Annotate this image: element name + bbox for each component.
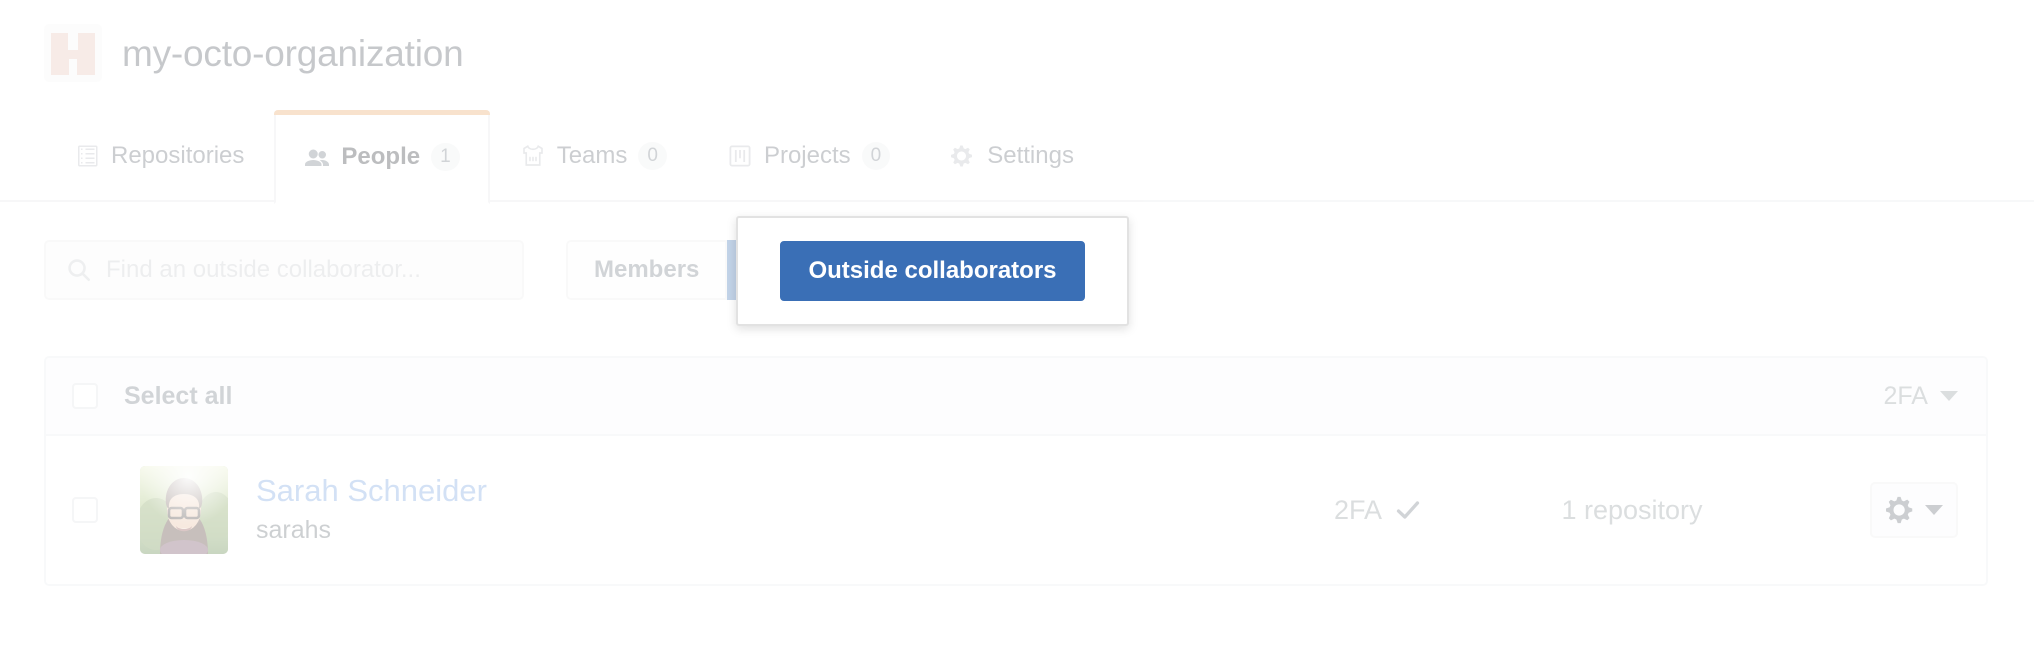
tab-label: Projects [763, 142, 851, 169]
twofa-filter-label: 2FA [1883, 381, 1928, 410]
org-header: my-octo-organization [44, 24, 464, 82]
outside-collaborators-button-highlighted[interactable]: Outside collaborators [780, 241, 1085, 301]
row-actions-button[interactable] [1870, 482, 1958, 538]
people-icon [304, 144, 330, 170]
check-icon [1394, 496, 1422, 524]
search-input[interactable] [106, 256, 502, 284]
repo-icon [74, 143, 100, 169]
page-content: my-octo-organization Repositories People… [0, 0, 2034, 666]
gear-icon [950, 143, 976, 169]
members-button[interactable]: Members [566, 240, 728, 300]
project-icon [727, 143, 753, 169]
select-all-label: Select all [124, 381, 233, 410]
repository-count: 1 repository [1561, 494, 1703, 525]
tab-label: Repositories [111, 142, 245, 169]
chevron-down-icon [1924, 505, 1943, 515]
tab-projects[interactable]: Projects 0 [697, 110, 920, 202]
twofa-filter-dropdown[interactable]: 2FA [1884, 382, 1958, 411]
tab-teams[interactable]: Teams 0 [490, 110, 697, 202]
member-name-link[interactable]: Sarah Schneider [256, 473, 487, 510]
tab-label: People [341, 143, 421, 170]
tab-repositories[interactable]: Repositories [44, 110, 274, 202]
highlight-callout: Outside collaborators [736, 216, 1129, 326]
row-select-checkbox[interactable] [72, 497, 98, 523]
org-tab-bar: Repositories People 1 Teams 0 Projects 0… [0, 110, 2034, 204]
twofa-label: 2FA [1333, 494, 1382, 525]
avatar [140, 466, 228, 554]
tab-counter: 1 [431, 143, 460, 171]
chevron-down-icon [1940, 391, 1958, 401]
tab-people[interactable]: People 1 [274, 110, 490, 204]
member-identity: Sarah Schneider sarahs [256, 473, 487, 546]
twofa-status-badge: 2FA [1172, 495, 1422, 526]
collaborators-list-header: Select all 2FA [46, 358, 1986, 436]
search-icon [66, 257, 92, 283]
member-login: sarahs [256, 516, 332, 545]
tab-settings[interactable]: Settings [920, 110, 1104, 202]
jersey-icon [520, 143, 546, 169]
tab-counter: 0 [861, 142, 891, 170]
org-avatar-icon [44, 24, 102, 82]
collaborators-card: Select all 2FA Sarah Schneider sarahs 2F… [44, 356, 1988, 586]
tab-label: Teams [556, 142, 628, 169]
tab-counter: 0 [638, 142, 667, 170]
gear-icon [1885, 495, 1916, 525]
select-all-checkbox[interactable] [72, 383, 98, 409]
tab-label: Settings [987, 142, 1074, 169]
table-row: Sarah Schneider sarahs 2FA 1 repository [46, 436, 1986, 584]
search-box[interactable] [44, 240, 524, 300]
org-name: my-octo-organization [122, 32, 464, 74]
